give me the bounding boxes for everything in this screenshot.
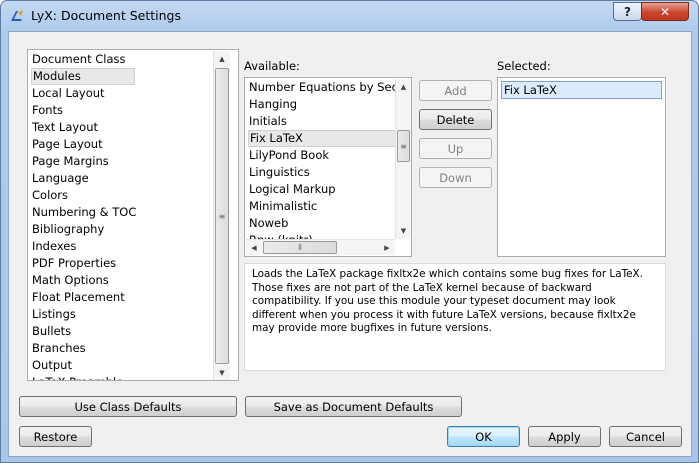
sidebar-item[interactable]: LaTeX Preamble <box>31 374 123 380</box>
available-module-item[interactable]: LilyPond Book <box>248 147 396 164</box>
sidebar-item[interactable]: PDF Properties <box>31 255 116 272</box>
sidebar-item[interactable]: Page Layout <box>31 136 103 153</box>
help-button[interactable]: ? <box>613 2 642 21</box>
sidebar-item[interactable]: Float Placement <box>31 289 125 306</box>
window-title: LyX: Document Settings <box>31 8 181 23</box>
available-list-hscrollbar[interactable]: ◀ ⦀ ▶ <box>246 239 395 255</box>
use-class-defaults-button[interactable]: Use Class Defaults <box>19 396 237 417</box>
sidebar-item[interactable]: Text Layout <box>31 119 98 136</box>
module-description: Loads the LaTeX package fixltx2e which c… <box>244 263 666 371</box>
sidebar-item[interactable]: Numbering & TOC <box>31 204 136 221</box>
sidebar-item[interactable]: Language <box>31 170 89 187</box>
available-module-item[interactable]: Logical Markup <box>248 181 396 198</box>
category-list-scrollbar[interactable]: ▲ ≡ ▼ <box>213 51 230 380</box>
add-button[interactable]: Add <box>419 80 492 101</box>
sidebar-item[interactable]: Local Layout <box>31 85 105 102</box>
down-button[interactable]: Down <box>419 167 492 188</box>
cancel-button[interactable]: Cancel <box>609 426 682 447</box>
scroll-down-arrow-icon[interactable]: ▼ <box>396 223 411 239</box>
lyx-app-icon <box>11 10 23 21</box>
available-vscroll-thumb[interactable]: ≡ <box>397 130 410 162</box>
available-module-item[interactable]: Minimalistic <box>248 198 396 215</box>
selected-module-item[interactable]: Fix LaTeX <box>501 81 662 99</box>
delete-button[interactable]: Delete <box>419 109 492 130</box>
sidebar-item[interactable]: Page Margins <box>31 153 109 170</box>
selected-label: Selected: <box>497 59 551 73</box>
sidebar-item[interactable]: Branches <box>31 340 86 357</box>
scroll-left-arrow-icon[interactable]: ◀ <box>246 240 262 256</box>
scroll-right-arrow-icon[interactable]: ▶ <box>379 240 395 256</box>
sidebar-item[interactable]: Document Class <box>31 51 126 68</box>
sidebar-item[interactable]: Math Options <box>31 272 109 289</box>
available-modules-list[interactable]: Number Equations by SectionHangingInitia… <box>244 77 412 257</box>
selected-modules-list[interactable]: Fix LaTeX <box>497 77 666 257</box>
sidebar-item[interactable]: Fonts <box>31 102 63 119</box>
sidebar-item[interactable]: Modules <box>31 68 135 85</box>
up-button[interactable]: Up <box>419 138 492 159</box>
scroll-down-arrow-icon[interactable]: ▼ <box>214 365 230 380</box>
sidebar-item[interactable]: Colors <box>31 187 68 204</box>
available-hscroll-thumb[interactable]: ⦀ <box>263 241 337 254</box>
title-bar[interactable]: LyX: Document Settings ? ✕ <box>1 1 698 31</box>
sidebar-item[interactable]: Listings <box>31 306 76 323</box>
available-module-item[interactable]: Linguistics <box>248 164 396 181</box>
available-label: Available: <box>244 59 300 73</box>
scroll-up-arrow-icon[interactable]: ▲ <box>396 79 411 95</box>
close-button[interactable]: ✕ <box>641 2 689 21</box>
dialog-window: LyX: Document Settings ? ✕ Document Clas… <box>0 0 699 463</box>
available-module-item[interactable]: Noweb <box>248 215 396 232</box>
category-scroll-thumb[interactable]: ≡ <box>215 68 229 364</box>
sidebar-item[interactable]: Output <box>31 357 72 374</box>
apply-button[interactable]: Apply <box>528 426 601 447</box>
save-as-document-defaults-button[interactable]: Save as Document Defaults <box>245 396 462 417</box>
scroll-up-arrow-icon[interactable]: ▲ <box>214 51 230 67</box>
settings-category-list[interactable]: Document Class Modules Local Layout Fonts Te… <box>27 49 239 381</box>
available-module-item[interactable]: Number Equations by Section <box>248 79 396 96</box>
ok-button[interactable]: OK <box>447 426 520 447</box>
sidebar-item[interactable]: Bullets <box>31 323 71 340</box>
available-list-vscrollbar[interactable]: ▲ ≡ ▼ <box>395 79 411 239</box>
available-module-item[interactable]: Hanging <box>248 96 396 113</box>
available-module-item[interactable]: Initials <box>248 113 396 130</box>
dialog-body: Document Class Modules Local Layout Fonts Te… <box>8 31 692 457</box>
available-module-item[interactable]: Fix LaTeX <box>248 130 396 147</box>
sidebar-item[interactable]: Bibliography <box>31 221 104 238</box>
sidebar-item[interactable]: Indexes <box>31 238 76 255</box>
restore-button[interactable]: Restore <box>19 426 92 447</box>
